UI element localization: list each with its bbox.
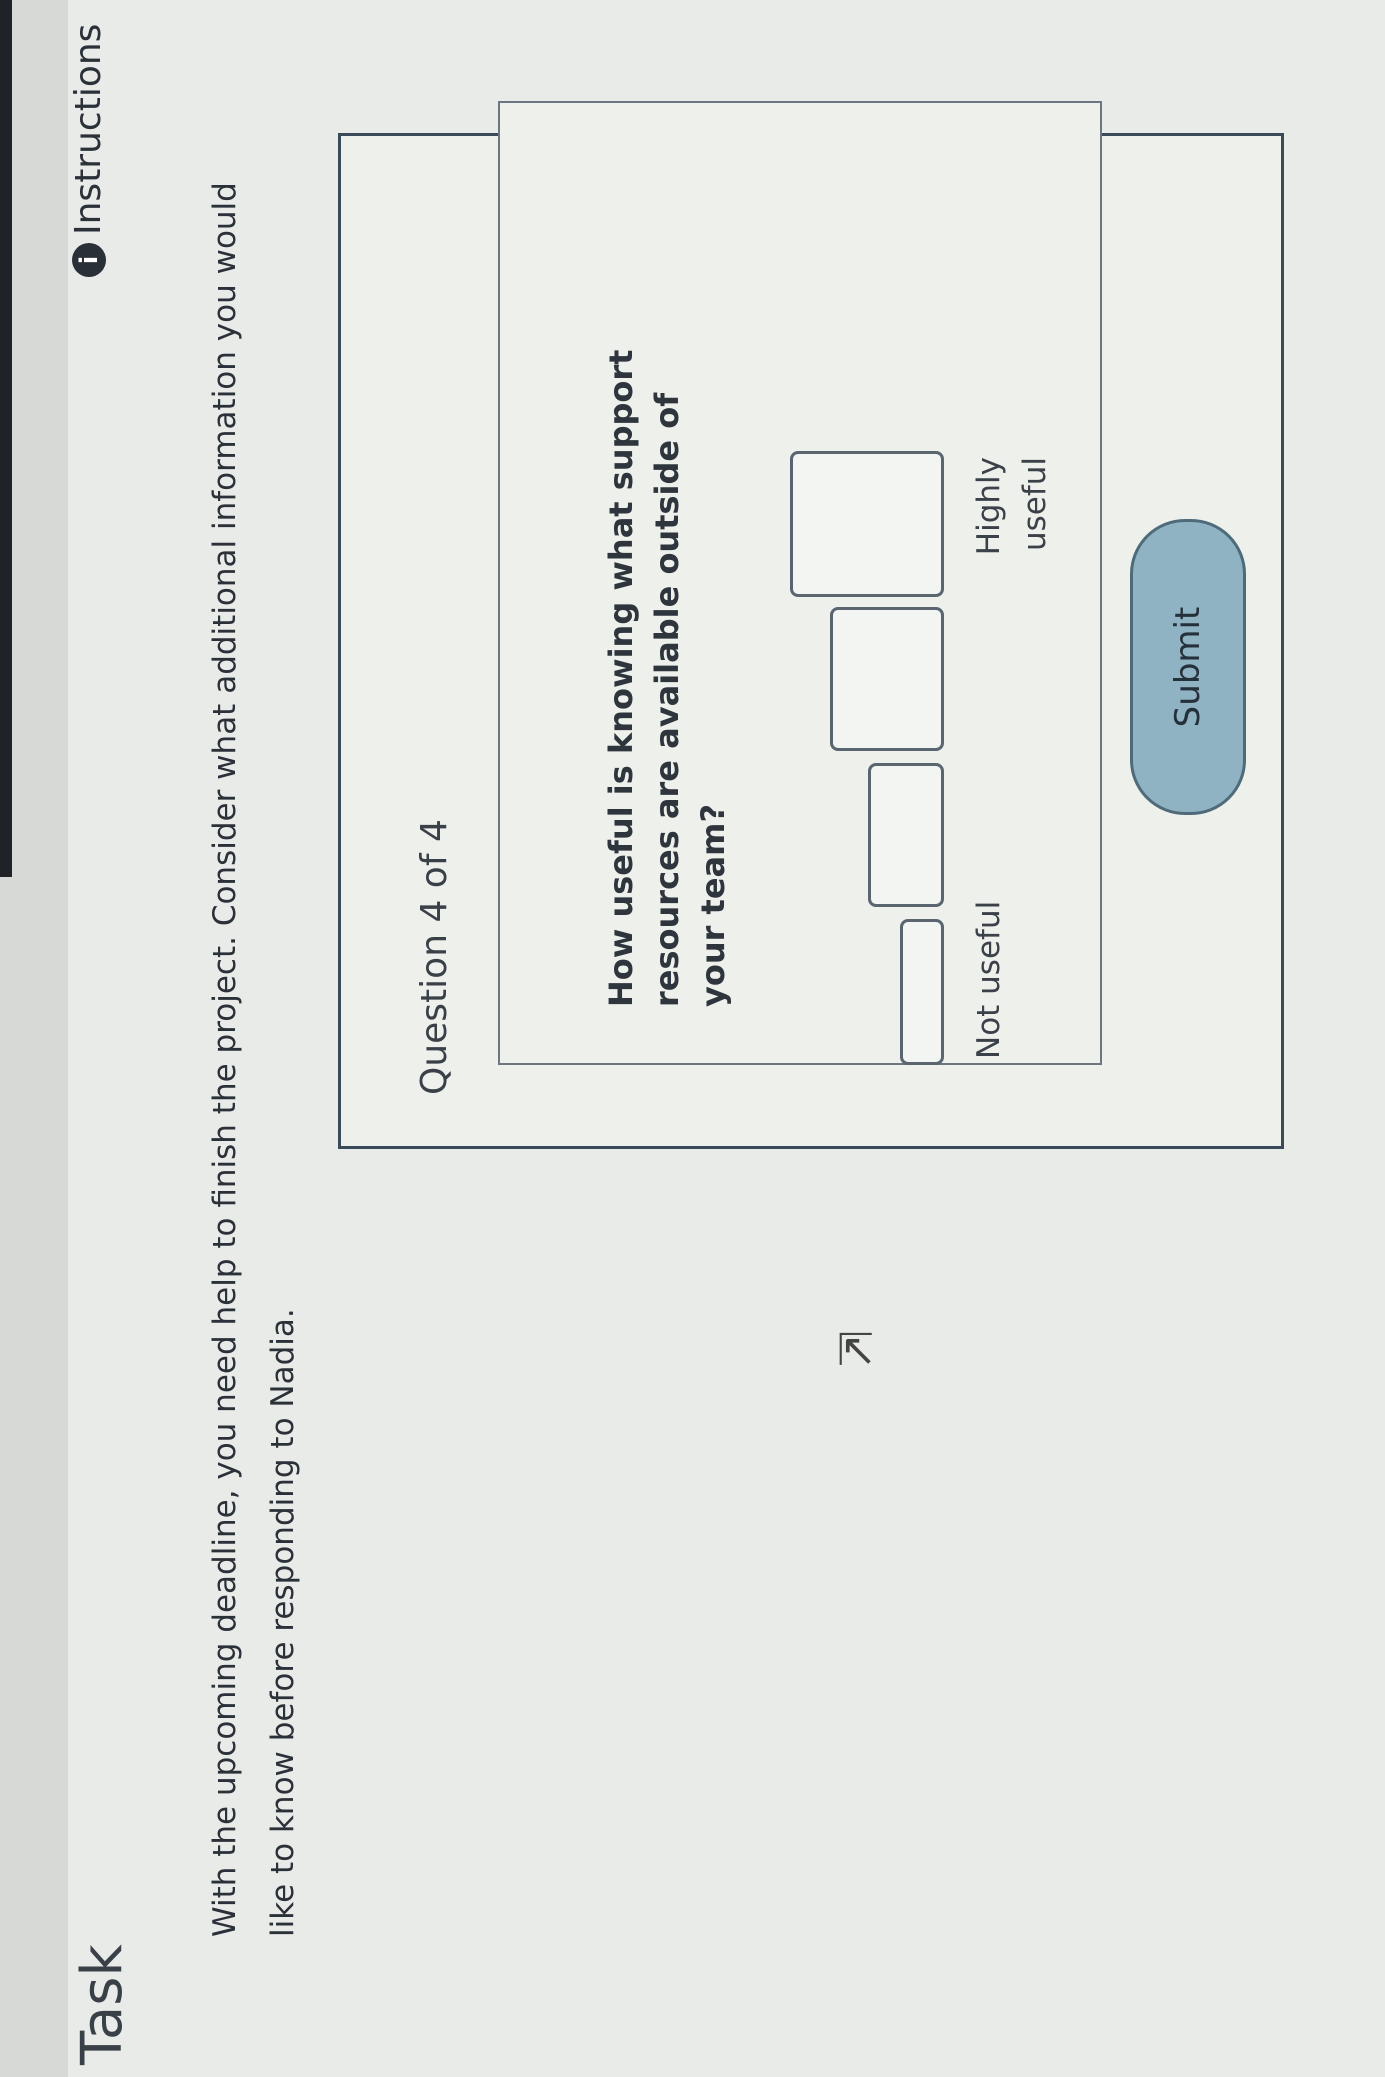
top-strip: [0, 0, 68, 2077]
task-prompt: With the upcoming deadline, you need hel…: [207, 182, 301, 1937]
scale-max-label: Highly useful: [971, 457, 1053, 556]
instructions-link[interactable]: i Instructions: [68, 24, 109, 277]
rating-option-1[interactable]: [900, 919, 944, 1065]
rating-option-3[interactable]: [830, 607, 944, 751]
info-icon: i: [71, 243, 106, 277]
rating-option-2[interactable]: [868, 763, 944, 907]
screen: Task i Instructions With the upcoming de…: [0, 0, 1385, 2077]
question-text: How useful is knowing what support resou…: [602, 349, 732, 1007]
rating-option-4[interactable]: [790, 451, 944, 597]
page-title: Task: [70, 1944, 135, 2065]
submit-button[interactable]: Submit: [1130, 519, 1246, 815]
question-number: Question 4 of 4: [414, 819, 455, 1095]
instructions-label: Instructions: [68, 23, 109, 235]
top-bar: [0, 0, 12, 877]
cursor-icon: ⇱: [837, 1325, 874, 1377]
scale-min-label: Not useful: [971, 900, 1007, 1059]
